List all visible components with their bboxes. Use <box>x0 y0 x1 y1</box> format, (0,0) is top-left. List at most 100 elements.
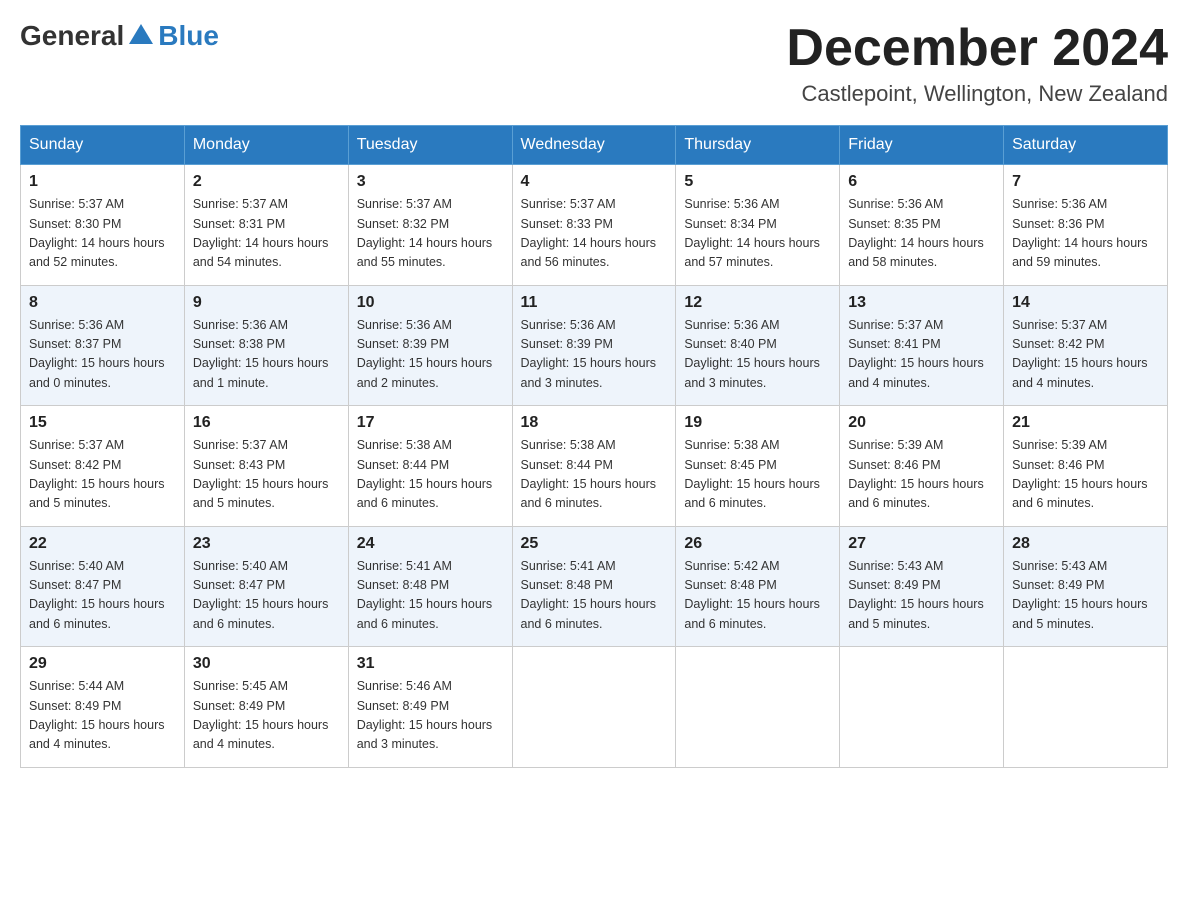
day-info: Sunrise: 5:43 AMSunset: 8:49 PMDaylight:… <box>848 557 995 635</box>
day-info: Sunrise: 5:37 AMSunset: 8:42 PMDaylight:… <box>1012 316 1159 394</box>
day-cell: 24 Sunrise: 5:41 AMSunset: 8:48 PMDayligh… <box>348 526 512 647</box>
day-info: Sunrise: 5:37 AMSunset: 8:42 PMDaylight:… <box>29 436 176 514</box>
day-number: 22 <box>29 535 176 553</box>
day-cell: 25 Sunrise: 5:41 AMSunset: 8:48 PMDayligh… <box>512 526 676 647</box>
day-cell: 6Sunrise: 5:36 AMSunset: 8:35 PMDaylight… <box>840 165 1004 286</box>
day-cell: 30 Sunrise: 5:45 AMSunset: 8:49 PMDayligh… <box>184 647 348 768</box>
day-cell: 14Sunrise: 5:37 AMSunset: 8:42 PMDayligh… <box>1004 285 1168 406</box>
day-cell: 16 Sunrise: 5:37 AMSunset: 8:43 PMDayligh… <box>184 406 348 527</box>
day-number: 8 <box>29 294 176 312</box>
day-number: 19 <box>684 414 831 432</box>
day-info: Sunrise: 5:38 AMSunset: 8:45 PMDaylight:… <box>684 436 831 514</box>
day-cell: 17 Sunrise: 5:38 AMSunset: 8:44 PMDayligh… <box>348 406 512 527</box>
day-cell: 31Sunrise: 5:46 AMSunset: 8:49 PMDayligh… <box>348 647 512 768</box>
day-info: Sunrise: 5:37 AMSunset: 8:43 PMDaylight:… <box>193 436 340 514</box>
day-number: 26 <box>684 535 831 553</box>
day-cell: 19 Sunrise: 5:38 AMSunset: 8:45 PMDayligh… <box>676 406 840 527</box>
day-number: 31 <box>357 655 504 673</box>
day-cell: 3 Sunrise: 5:37 AMSunset: 8:32 PMDaylight… <box>348 165 512 286</box>
day-cell: 5 Sunrise: 5:36 AMSunset: 8:34 PMDaylight… <box>676 165 840 286</box>
week-row-1: 1 Sunrise: 5:37 AMSunset: 8:30 PMDaylight… <box>21 165 1168 286</box>
day-info: Sunrise: 5:42 AMSunset: 8:48 PMDaylight:… <box>684 557 831 635</box>
page-header: General Blue December 2024 Castlepoint, … <box>20 20 1168 107</box>
day-number: 23 <box>193 535 340 553</box>
day-info: Sunrise: 5:36 AMSunset: 8:36 PMDaylight:… <box>1012 195 1159 273</box>
day-info: Sunrise: 5:44 AMSunset: 8:49 PMDaylight:… <box>29 677 176 755</box>
day-number: 4 <box>521 173 668 191</box>
day-number: 16 <box>193 414 340 432</box>
day-number: 17 <box>357 414 504 432</box>
weekday-header-sunday: Sunday <box>21 126 185 165</box>
day-cell: 29Sunrise: 5:44 AMSunset: 8:49 PMDayligh… <box>21 647 185 768</box>
weekday-header-tuesday: Tuesday <box>348 126 512 165</box>
day-cell: 22 Sunrise: 5:40 AMSunset: 8:47 PMDayligh… <box>21 526 185 647</box>
day-cell: 20 Sunrise: 5:39 AMSunset: 8:46 PMDayligh… <box>840 406 1004 527</box>
week-row-3: 15 Sunrise: 5:37 AMSunset: 8:42 PMDayligh… <box>21 406 1168 527</box>
day-number: 21 <box>1012 414 1159 432</box>
day-number: 20 <box>848 414 995 432</box>
day-info: Sunrise: 5:37 AMSunset: 8:41 PMDaylight:… <box>848 316 995 394</box>
day-info: Sunrise: 5:38 AMSunset: 8:44 PMDaylight:… <box>357 436 504 514</box>
day-number: 30 <box>193 655 340 673</box>
day-number: 25 <box>521 535 668 553</box>
day-info: Sunrise: 5:39 AMSunset: 8:46 PMDaylight:… <box>1012 436 1159 514</box>
weekday-header-monday: Monday <box>184 126 348 165</box>
day-info: Sunrise: 5:40 AMSunset: 8:47 PMDaylight:… <box>29 557 176 635</box>
day-number: 2 <box>193 173 340 191</box>
day-info: Sunrise: 5:40 AMSunset: 8:47 PMDaylight:… <box>193 557 340 635</box>
day-cell: 9 Sunrise: 5:36 AMSunset: 8:38 PMDaylight… <box>184 285 348 406</box>
weekday-header-wednesday: Wednesday <box>512 126 676 165</box>
day-cell <box>1004 647 1168 768</box>
day-info: Sunrise: 5:39 AMSunset: 8:46 PMDaylight:… <box>848 436 995 514</box>
day-cell: 28Sunrise: 5:43 AMSunset: 8:49 PMDayligh… <box>1004 526 1168 647</box>
weekday-header-row: SundayMondayTuesdayWednesdayThursdayFrid… <box>21 126 1168 165</box>
week-row-4: 22 Sunrise: 5:40 AMSunset: 8:47 PMDayligh… <box>21 526 1168 647</box>
day-info: Sunrise: 5:41 AMSunset: 8:48 PMDaylight:… <box>521 557 668 635</box>
week-row-2: 8 Sunrise: 5:36 AMSunset: 8:37 PMDaylight… <box>21 285 1168 406</box>
logo: General Blue <box>20 20 219 52</box>
day-cell: 21 Sunrise: 5:39 AMSunset: 8:46 PMDayligh… <box>1004 406 1168 527</box>
day-number: 6 <box>848 173 995 191</box>
location-title: Castlepoint, Wellington, New Zealand <box>786 81 1168 107</box>
day-info: Sunrise: 5:37 AMSunset: 8:31 PMDaylight:… <box>193 195 340 273</box>
day-number: 9 <box>193 294 340 312</box>
day-cell: 15 Sunrise: 5:37 AMSunset: 8:42 PMDayligh… <box>21 406 185 527</box>
weekday-header-friday: Friday <box>840 126 1004 165</box>
day-number: 5 <box>684 173 831 191</box>
day-info: Sunrise: 5:37 AMSunset: 8:30 PMDaylight:… <box>29 195 176 273</box>
day-number: 15 <box>29 414 176 432</box>
day-cell: 13 Sunrise: 5:37 AMSunset: 8:41 PMDayligh… <box>840 285 1004 406</box>
day-cell: 27 Sunrise: 5:43 AMSunset: 8:49 PMDayligh… <box>840 526 1004 647</box>
day-info: Sunrise: 5:37 AMSunset: 8:32 PMDaylight:… <box>357 195 504 273</box>
logo-blue-text: Blue <box>158 20 219 52</box>
day-info: Sunrise: 5:36 AMSunset: 8:39 PMDaylight:… <box>521 316 668 394</box>
day-number: 27 <box>848 535 995 553</box>
day-cell <box>676 647 840 768</box>
day-cell: 2 Sunrise: 5:37 AMSunset: 8:31 PMDaylight… <box>184 165 348 286</box>
day-info: Sunrise: 5:37 AMSunset: 8:33 PMDaylight:… <box>521 195 668 273</box>
day-cell: 10Sunrise: 5:36 AMSunset: 8:39 PMDayligh… <box>348 285 512 406</box>
day-info: Sunrise: 5:36 AMSunset: 8:34 PMDaylight:… <box>684 195 831 273</box>
day-number: 1 <box>29 173 176 191</box>
day-info: Sunrise: 5:36 AMSunset: 8:38 PMDaylight:… <box>193 316 340 394</box>
day-cell: 4 Sunrise: 5:37 AMSunset: 8:33 PMDaylight… <box>512 165 676 286</box>
day-info: Sunrise: 5:36 AMSunset: 8:37 PMDaylight:… <box>29 316 176 394</box>
day-info: Sunrise: 5:45 AMSunset: 8:49 PMDaylight:… <box>193 677 340 755</box>
day-info: Sunrise: 5:41 AMSunset: 8:48 PMDaylight:… <box>357 557 504 635</box>
day-cell: 1 Sunrise: 5:37 AMSunset: 8:30 PMDaylight… <box>21 165 185 286</box>
day-cell: 26 Sunrise: 5:42 AMSunset: 8:48 PMDayligh… <box>676 526 840 647</box>
title-area: December 2024 Castlepoint, Wellington, N… <box>786 20 1168 107</box>
day-cell <box>512 647 676 768</box>
day-cell: 8 Sunrise: 5:36 AMSunset: 8:37 PMDaylight… <box>21 285 185 406</box>
logo-general-text: General <box>20 20 124 52</box>
day-number: 3 <box>357 173 504 191</box>
day-number: 13 <box>848 294 995 312</box>
day-number: 18 <box>521 414 668 432</box>
week-row-5: 29Sunrise: 5:44 AMSunset: 8:49 PMDayligh… <box>21 647 1168 768</box>
day-cell: 23 Sunrise: 5:40 AMSunset: 8:47 PMDayligh… <box>184 526 348 647</box>
day-number: 12 <box>684 294 831 312</box>
logo-icon <box>125 20 157 52</box>
day-info: Sunrise: 5:36 AMSunset: 8:40 PMDaylight:… <box>684 316 831 394</box>
day-number: 24 <box>357 535 504 553</box>
day-info: Sunrise: 5:38 AMSunset: 8:44 PMDaylight:… <box>521 436 668 514</box>
